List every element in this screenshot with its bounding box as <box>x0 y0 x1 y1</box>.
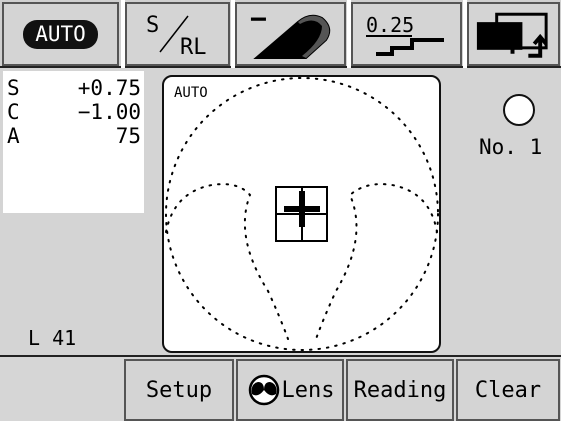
axis-value: 75 <box>115 124 141 148</box>
s-rl-button[interactable]: S RL <box>125 2 230 66</box>
svg-text:S: S <box>146 13 159 38</box>
cylinder-value: −1.00 <box>77 100 141 124</box>
axis-row: A 75 <box>7 124 141 148</box>
auto-mode-button[interactable]: AUTO <box>2 2 119 66</box>
axis-label: A <box>7 124 20 148</box>
lens-button[interactable]: Lens <box>236 359 344 421</box>
data-transfer-button[interactable] <box>467 2 560 66</box>
top-toolbar: AUTO S RL − 0.25 <box>0 0 561 68</box>
left-guide-curve <box>165 183 289 340</box>
lens-number: No. 1 <box>479 135 543 159</box>
l-value: L 41 <box>28 326 77 350</box>
sphere-row: S +0.75 <box>7 76 141 100</box>
setup-button[interactable]: Setup <box>124 359 234 421</box>
auto-mode-label: AUTO <box>23 19 98 49</box>
right-guide-curve <box>315 183 438 340</box>
lens-label: Lens <box>281 377 335 403</box>
svg-text:RL: RL <box>180 35 207 60</box>
cylinder-label: C <box>7 100 20 124</box>
sphere-value: +0.75 <box>77 76 141 100</box>
svg-text:−: − <box>250 4 267 35</box>
data-transfer-icon <box>476 12 548 58</box>
alignment-graphic <box>165 77 439 351</box>
reading-button[interactable]: Reading <box>346 359 454 421</box>
reticle-bar-vertical <box>299 191 305 227</box>
lens-alignment-view: AUTO <box>162 75 441 353</box>
reading-label: Reading <box>353 377 447 403</box>
lens-type-icon <box>248 374 279 406</box>
s-rl-icon: S RL <box>146 13 207 60</box>
lens-indicator-icon <box>503 94 535 126</box>
view-mode-label: AUTO <box>174 85 208 101</box>
bottom-toolbar: Setup Lens Reading Clear <box>0 355 561 421</box>
cylinder-row: C −1.00 <box>7 100 141 124</box>
step-025-button[interactable]: 0.25 <box>351 2 462 66</box>
clear-label: Clear <box>474 377 542 403</box>
sphere-label: S <box>7 76 20 100</box>
minus-cylinder-icon: − <box>250 4 330 59</box>
step-icon: 0.25 <box>365 13 444 56</box>
setup-label: Setup <box>145 377 213 403</box>
readings-panel: S +0.75 C −1.00 A 75 <box>3 71 144 213</box>
minus-cylinder-button[interactable]: − <box>235 2 346 66</box>
svg-text:0.25: 0.25 <box>366 13 414 37</box>
clear-button[interactable]: Clear <box>456 359 560 421</box>
